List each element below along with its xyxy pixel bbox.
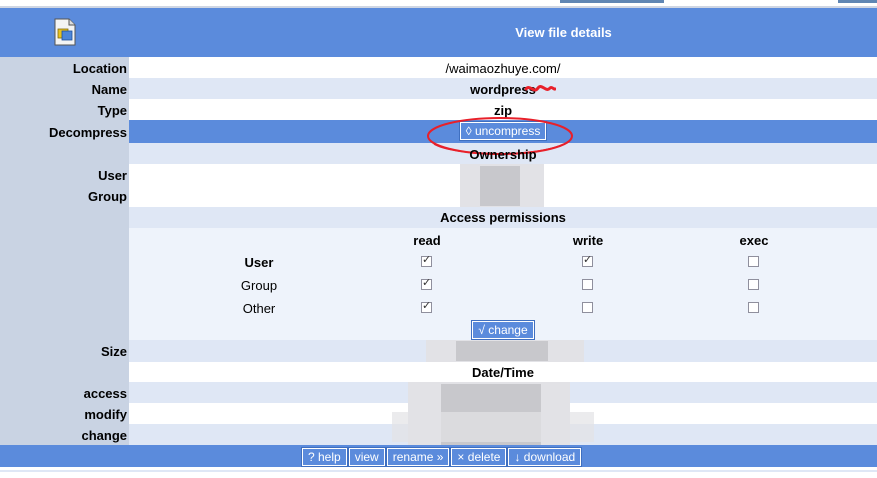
access-label: access	[83, 386, 127, 401]
user-exec-checkbox[interactable]	[748, 256, 759, 267]
decompress-label: Decompress	[48, 125, 127, 140]
location-value: /waimaozhuye.com/	[445, 61, 561, 76]
change-label: change	[81, 428, 127, 443]
perm-row-other: Other	[242, 301, 276, 316]
name-label: Name	[91, 82, 127, 97]
perm-col-write: write	[572, 233, 604, 248]
view-button[interactable]: view	[347, 447, 386, 467]
ownership-heading: Ownership	[469, 147, 537, 162]
group-write-checkbox[interactable]	[582, 279, 593, 290]
group-label: Group	[88, 189, 127, 204]
modify-label: modify	[84, 407, 127, 422]
location-label: Location	[72, 61, 127, 76]
size-value-pixelated-core	[456, 341, 548, 361]
delete-button[interactable]: × delete	[450, 447, 508, 467]
group-exec-checkbox[interactable]	[748, 279, 759, 290]
page-title: View file details	[515, 25, 612, 40]
details-header: View file details	[0, 8, 877, 57]
size-label: Size	[100, 344, 127, 359]
top-tab-right[interactable]	[838, 0, 877, 3]
name-value: wordpress	[470, 82, 536, 97]
user-write-checkbox[interactable]	[582, 253, 593, 267]
download-button[interactable]: ↓ download	[507, 447, 583, 467]
other-write-checkbox[interactable]	[582, 302, 593, 313]
type-label: Type	[97, 103, 127, 118]
owner-value-pixelated-core	[480, 166, 520, 206]
perm-row-group: Group	[240, 278, 278, 293]
help-button[interactable]: ? help	[301, 447, 348, 467]
perm-row-user: User	[244, 255, 274, 270]
change-permissions-button[interactable]: √ change	[471, 320, 535, 340]
change-permissions-cell: √ change	[129, 320, 877, 340]
datetime-heading: Date/Time	[472, 365, 534, 380]
top-tab[interactable]	[560, 0, 664, 3]
bottom-divider	[0, 470, 877, 472]
redaction-scribble	[524, 85, 556, 92]
user-read-checkbox[interactable]	[421, 253, 432, 267]
other-read-checkbox[interactable]	[421, 299, 432, 313]
datetime-values-pixelated-edge	[392, 412, 594, 442]
perm-col-exec: exec	[739, 233, 769, 248]
access-permissions-heading: Access permissions	[440, 210, 566, 225]
rename-button[interactable]: rename »	[385, 447, 451, 467]
action-toolbar: ? help view rename » × delete ↓ download	[0, 445, 877, 467]
top-strip	[0, 0, 877, 8]
perm-col-read: read	[413, 233, 441, 248]
other-exec-checkbox[interactable]	[748, 302, 759, 313]
group-read-checkbox[interactable]	[421, 276, 432, 290]
user-label: User	[98, 168, 127, 183]
